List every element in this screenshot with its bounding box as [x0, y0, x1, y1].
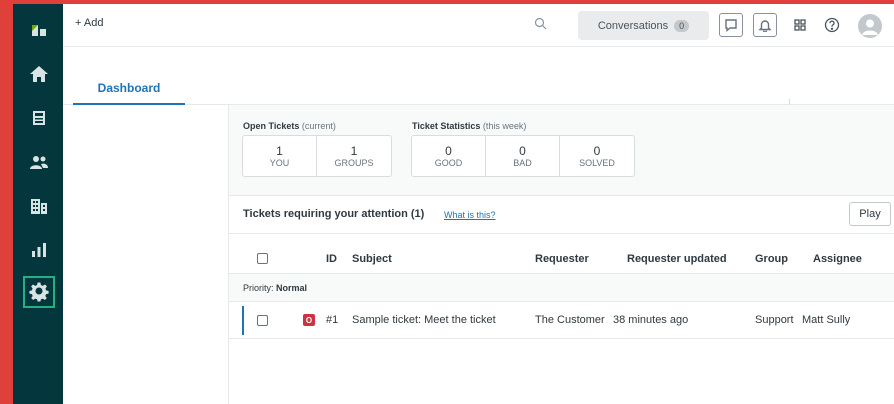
table-header: ID Subject Requester Requester updated G… — [229, 244, 894, 274]
tab-dashboard-label: Dashboard — [97, 81, 161, 95]
open-tickets-title: Open Tickets (current) — [243, 121, 336, 131]
stat-bad-number: 0 — [519, 144, 526, 158]
ticket-statistics-title: Ticket Statistics (this week) — [412, 121, 526, 131]
play-button[interactable]: Play — [849, 202, 891, 226]
conversations-count-badge: 0 — [674, 19, 690, 32]
row-checkbox-cell — [257, 302, 268, 338]
priority-group-row: Priority: Normal — [229, 274, 894, 302]
ticket-statistics-subtitle: (this week) — [482, 121, 527, 131]
table-row[interactable]: O #1 Sample ticket: Meet the ticket The … — [229, 302, 894, 339]
column-assignee[interactable]: Assignee — [813, 244, 862, 273]
conversations-button[interactable]: Conversations 0 — [578, 11, 709, 40]
ticket-statistics-title-text: Ticket Statistics — [412, 121, 481, 131]
home-icon[interactable] — [23, 58, 55, 90]
open-tickets-title-text: Open Tickets — [243, 121, 300, 131]
row-checkbox[interactable] — [257, 314, 268, 326]
column-requester[interactable]: Requester — [535, 244, 589, 273]
stat-solved[interactable]: 0 SOLVED — [560, 136, 634, 176]
attention-header: Tickets requiring your attention (1) Wha… — [229, 196, 894, 234]
dashboard-main: Open Tickets (current) 1 YOU 1 GROUPS Ti… — [229, 105, 894, 404]
what-is-this-link[interactable]: What is this? — [444, 210, 496, 220]
status-open-badge: O — [303, 314, 315, 326]
status-cell: O — [303, 302, 315, 338]
reporting-icon[interactable] — [23, 234, 55, 266]
ticket-statistics-box: 0 GOOD 0 BAD 0 SOLVED — [411, 135, 635, 177]
stat-you-label: YOU — [269, 158, 290, 168]
ticket-stats: Open Tickets (current) 1 YOU 1 GROUPS Ti… — [229, 105, 894, 196]
left-pane — [63, 105, 229, 404]
stat-good-number: 0 — [445, 144, 452, 158]
stat-good-label: GOOD — [434, 158, 463, 168]
ticket-id: #1 — [326, 314, 339, 326]
search-icon[interactable] — [533, 16, 549, 32]
open-tickets-subtitle: (current) — [301, 121, 336, 131]
stat-good[interactable]: 0 GOOD — [412, 136, 486, 176]
tabs-row: Dashboard — [63, 47, 894, 105]
conversations-label: Conversations — [597, 19, 669, 32]
add-label: + Add — [75, 17, 104, 29]
stat-you[interactable]: 1 YOU — [243, 136, 317, 176]
customers-icon[interactable] — [23, 146, 55, 178]
column-subject[interactable]: Subject — [352, 244, 392, 273]
ticket-assignee: Matt Sully — [802, 314, 851, 326]
column-id[interactable]: ID — [326, 244, 337, 273]
stat-solved-label: SOLVED — [579, 158, 615, 168]
admin-settings-icon[interactable] — [23, 276, 55, 308]
stat-you-number: 1 — [276, 144, 283, 158]
open-tickets-box: 1 YOU 1 GROUPS — [242, 135, 392, 177]
ticket-subject[interactable]: Sample ticket: Meet the ticket — [352, 302, 496, 338]
top-bar: + Add Conversations 0 — [63, 4, 894, 47]
stat-solved-number: 0 — [593, 144, 601, 158]
notifications-bell-icon[interactable] — [753, 13, 777, 37]
priority-value: Normal — [276, 283, 308, 293]
ticket-requester[interactable]: The Customer — [535, 302, 605, 338]
ticket-group: Support — [755, 314, 794, 326]
ticket-requester-updated: 38 minutes ago — [613, 314, 689, 326]
chat-icon[interactable] — [719, 13, 743, 37]
column-group[interactable]: Group — [755, 244, 788, 273]
organizations-icon[interactable] — [23, 190, 55, 222]
tab-dashboard[interactable]: Dashboard — [73, 81, 185, 105]
stat-groups[interactable]: 1 GROUPS — [317, 136, 391, 176]
stat-groups-number: 1 — [350, 144, 358, 158]
window-frame-left — [0, 0, 13, 404]
priority-prefix: Priority: — [243, 283, 274, 293]
priority-group-label: Priority: Normal — [243, 283, 307, 293]
zendesk-logo-icon[interactable] — [23, 14, 55, 46]
sidebar — [13, 4, 63, 404]
attention-title: Tickets requiring your attention (1) — [243, 208, 425, 220]
product-tray-icon[interactable] — [790, 15, 810, 35]
stat-groups-label: GROUPS — [334, 158, 374, 168]
help-icon[interactable] — [822, 15, 842, 35]
column-requester-updated[interactable]: Requester updated — [627, 244, 727, 273]
select-all-checkbox[interactable] — [257, 253, 268, 264]
stat-bad[interactable]: 0 BAD — [486, 136, 560, 176]
add-button[interactable]: + Add — [75, 17, 103, 29]
row-accent-bar — [242, 306, 244, 335]
user-avatar[interactable] — [858, 14, 882, 38]
stat-bad-label: BAD — [513, 158, 532, 168]
views-icon[interactable] — [23, 102, 55, 134]
select-all-checkbox-cell — [257, 244, 268, 273]
